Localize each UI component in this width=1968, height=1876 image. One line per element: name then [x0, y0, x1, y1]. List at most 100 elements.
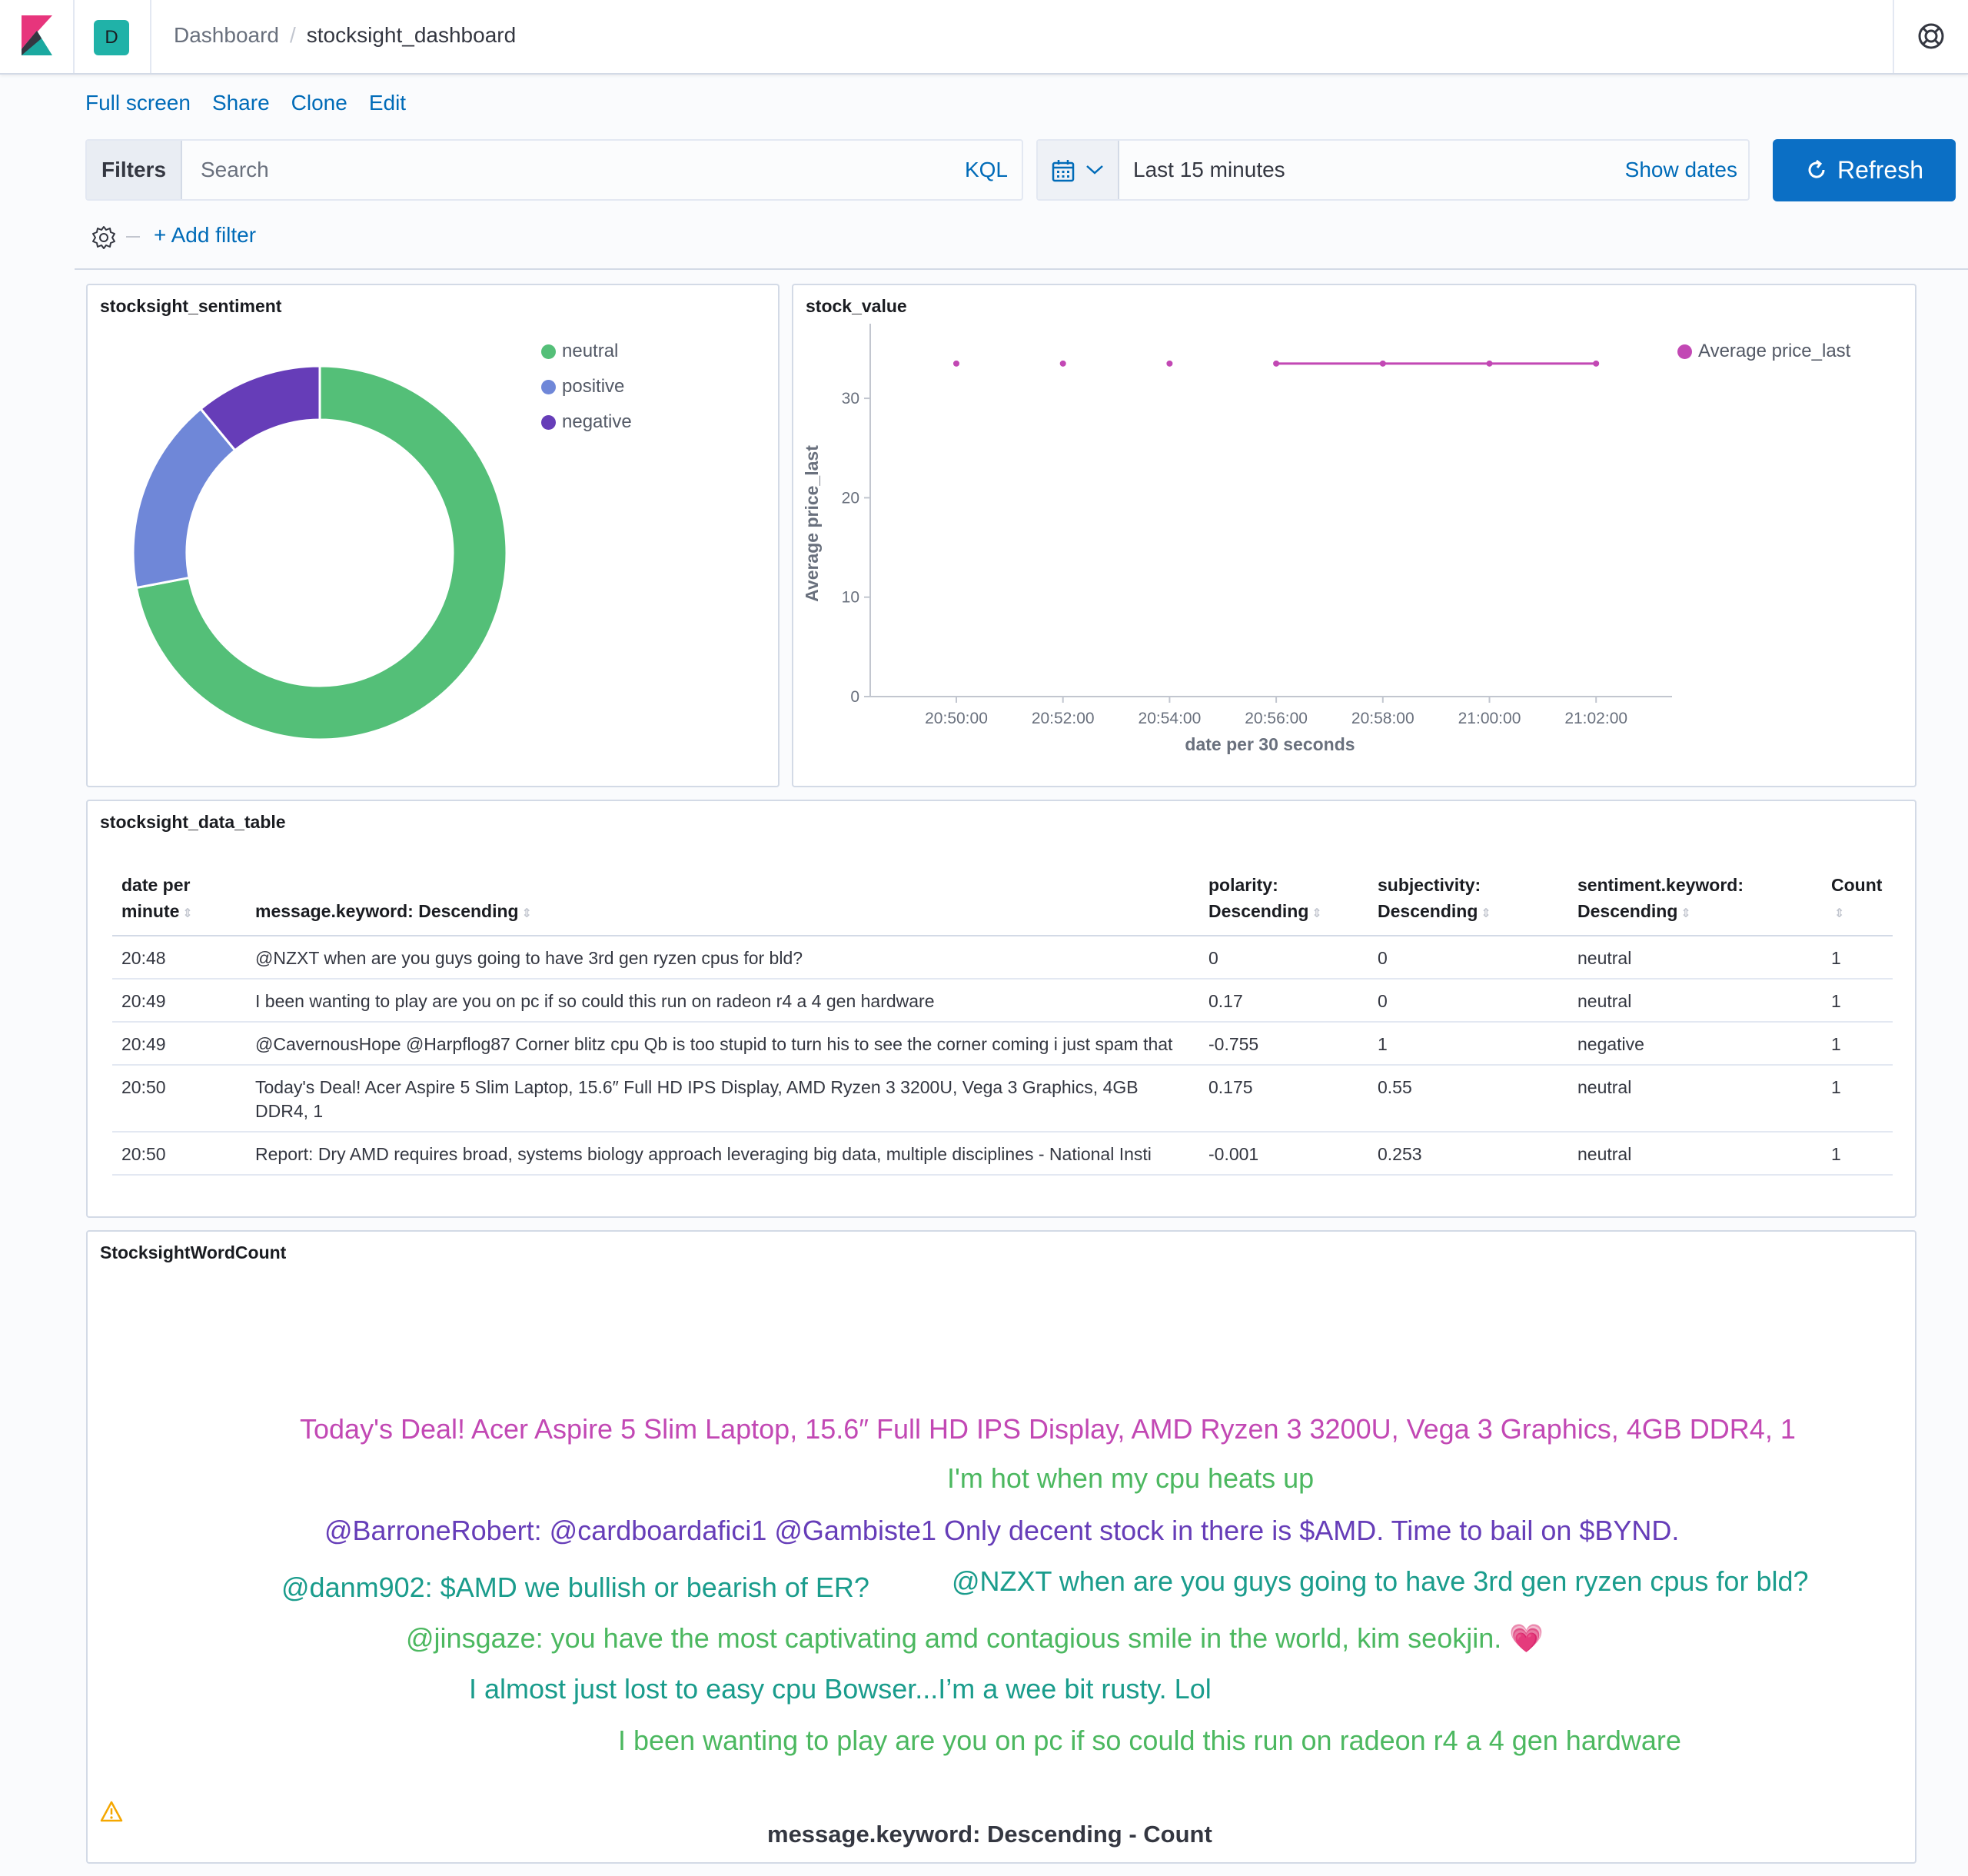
share-link[interactable]: Share — [212, 91, 270, 115]
space-avatar[interactable]: D — [94, 20, 129, 55]
stock-legend: Average price_last — [1677, 341, 1850, 376]
legend-item-neutral[interactable]: neutral — [541, 341, 632, 362]
column-header-text: date per — [121, 875, 191, 895]
data-point — [1273, 360, 1280, 367]
refresh-button[interactable]: Refresh — [1773, 139, 1956, 201]
table-row: 20:50 Report: Dry AMD requires broad, sy… — [112, 1132, 1893, 1176]
chevron-down-icon — [1086, 165, 1103, 175]
data-point — [953, 360, 959, 367]
table-cell: Today's Deal! Acer Aspire 5 Slim Laptop,… — [246, 1065, 1199, 1133]
breadcrumb-dashboard[interactable]: Dashboard — [174, 23, 279, 47]
word-cloud-item[interactable]: Today's Deal! Acer Aspire 5 Slim Laptop,… — [300, 1413, 1796, 1445]
search-input[interactable]: Search — [201, 158, 269, 182]
table-cell: 0.253 — [1368, 1132, 1568, 1176]
add-filter-button[interactable]: + Add filter — [154, 223, 256, 248]
legend-dot — [541, 344, 556, 359]
legend-dot — [1677, 344, 1692, 359]
column-header-message[interactable]: message.keyword: Descending ⇕ — [246, 866, 1199, 936]
table-cell: -0.001 — [1199, 1132, 1368, 1176]
word-cloud-item[interactable]: I been wanting to play are you on pc if … — [618, 1725, 1681, 1757]
help-icon[interactable] — [1916, 22, 1946, 51]
table-cell: 0 — [1368, 979, 1568, 1023]
column-header-text: polarity: — [1208, 875, 1278, 895]
filters-button[interactable]: Filters — [87, 141, 182, 199]
column-header-sentiment[interactable]: sentiment.keyword: Descending ⇕ — [1568, 866, 1822, 936]
column-header-text: minute — [121, 901, 180, 921]
kql-toggle[interactable]: KQL — [965, 158, 1008, 182]
table-cell: Report: Dry AMD requires broad, systems … — [246, 1132, 1199, 1176]
table-row: 20:49 @CavernousHope @Harpflog87 Corner … — [112, 1022, 1893, 1066]
x-tick-label: 20:52:00 — [1032, 710, 1095, 727]
table-header-row: date per minute ⇕ message.keyword: Descend… — [112, 866, 1893, 936]
show-dates-link[interactable]: Show dates — [1625, 158, 1737, 182]
x-tick-label: 20:54:00 — [1139, 710, 1202, 727]
data-point — [1166, 360, 1173, 367]
column-header-subjectivity[interactable]: subjectivity: Descending ⇕ — [1368, 866, 1568, 936]
word-cloud-item[interactable]: I almost just lost to easy cpu Bowser...… — [469, 1673, 1212, 1705]
column-header-count[interactable]: Count ⇕ — [1822, 866, 1893, 936]
legend-dot — [541, 379, 556, 394]
table-row: 20:50 Today's Deal! Acer Aspire 5 Slim L… — [112, 1065, 1893, 1133]
data-table-panel: stocksight_data_table date per minute ⇕ me… — [86, 800, 1916, 1218]
date-picker: Last 15 minutes Show dates — [1036, 139, 1750, 201]
y-tick-label: 10 — [842, 589, 859, 607]
clone-link[interactable]: Clone — [291, 91, 347, 115]
column-header-date[interactable]: date per minute ⇕ — [112, 866, 246, 936]
warning-icon[interactable] — [100, 1801, 123, 1822]
sentiment-legend: neutral positive negative — [541, 341, 632, 447]
word-cloud-item[interactable]: @NZXT when are you guys going to have 3r… — [952, 1565, 1809, 1598]
table-row: 20:48 @NZXT when are you guys going to h… — [112, 936, 1893, 980]
full-screen-link[interactable]: Full screen — [85, 91, 191, 115]
word-cloud-item[interactable]: @BarroneRobert: @cardboardafici1 @Gambis… — [324, 1515, 1679, 1547]
query-bar: Filters Search KQL — [85, 139, 1023, 201]
x-tick-label: 20:56:00 — [1245, 710, 1308, 727]
table-cell: 0.55 — [1368, 1065, 1568, 1133]
column-header-polarity[interactable]: polarity: Descending ⇕ — [1199, 866, 1368, 936]
quick-menu-button[interactable] — [1038, 141, 1119, 199]
data-point — [1059, 360, 1066, 367]
legend-dot — [541, 414, 556, 430]
table-cell: @NZXT when are you guys going to have 3r… — [246, 936, 1199, 980]
breadcrumb-current: stocksight_dashboard — [306, 23, 517, 47]
table-cell: 0.17 — [1199, 979, 1368, 1023]
word-cloud-item[interactable]: I'm hot when my cpu heats up — [947, 1462, 1314, 1495]
table-cell: 20:50 — [112, 1065, 246, 1133]
legend-label: Average price_last — [1698, 341, 1851, 361]
word-cloud-item[interactable]: @danm902: $AMD we bullish or bearish of … — [281, 1572, 869, 1604]
table-cell: 1 — [1822, 936, 1893, 980]
table-cell: 0 — [1199, 936, 1368, 980]
panel-title: stocksight_data_table — [100, 812, 286, 832]
x-tick-label: 20:58:00 — [1351, 710, 1414, 727]
y-tick-label: 0 — [850, 688, 859, 706]
table-cell: 20:48 — [112, 936, 246, 980]
kibana-logo-icon[interactable] — [22, 15, 52, 55]
x-tick-label: 20:50:00 — [925, 710, 988, 727]
panel-title: StocksightWordCount — [100, 1242, 287, 1262]
sort-icon: ⇕ — [1481, 907, 1491, 920]
legend-item-average-price-last[interactable]: Average price_last — [1677, 341, 1850, 362]
table-cell: neutral — [1568, 936, 1822, 980]
stock-value-panel: stock_value 0 10 20 30 20:50:00 20:52:00 20:54… — [792, 284, 1916, 787]
table-cell: 20:50 — [112, 1132, 246, 1176]
calendar-icon — [1052, 160, 1075, 182]
filter-divider — [126, 236, 140, 238]
legend-item-positive[interactable]: positive — [541, 376, 632, 397]
table-cell: neutral — [1568, 1132, 1822, 1176]
column-header-text: Descending — [1378, 901, 1478, 921]
table-cell: 0 — [1368, 936, 1568, 980]
sort-icon: ⇕ — [1834, 907, 1845, 920]
legend-label: positive — [562, 376, 625, 397]
table-cell: 1 — [1822, 1132, 1893, 1176]
column-header-text: sentiment.keyword: — [1577, 875, 1744, 895]
breadcrumb: Dashboard / stocksight_dashboard — [174, 23, 516, 48]
legend-item-negative[interactable]: negative — [541, 411, 632, 433]
gear-icon[interactable] — [91, 225, 117, 251]
word-cloud-item[interactable]: @jinsgaze: you have the most captivating… — [406, 1622, 1544, 1655]
table-cell: @CavernousHope @Harpflog87 Corner blitz … — [246, 1022, 1199, 1066]
time-range-display[interactable]: Last 15 minutes — [1133, 158, 1285, 182]
table-cell: 0.175 — [1199, 1065, 1368, 1133]
refresh-label: Refresh — [1837, 156, 1924, 184]
y-tick-label: 30 — [842, 390, 859, 407]
edit-link[interactable]: Edit — [369, 91, 406, 115]
word-count-panel: StocksightWordCount Today's Deal! Acer A… — [86, 1230, 1916, 1864]
